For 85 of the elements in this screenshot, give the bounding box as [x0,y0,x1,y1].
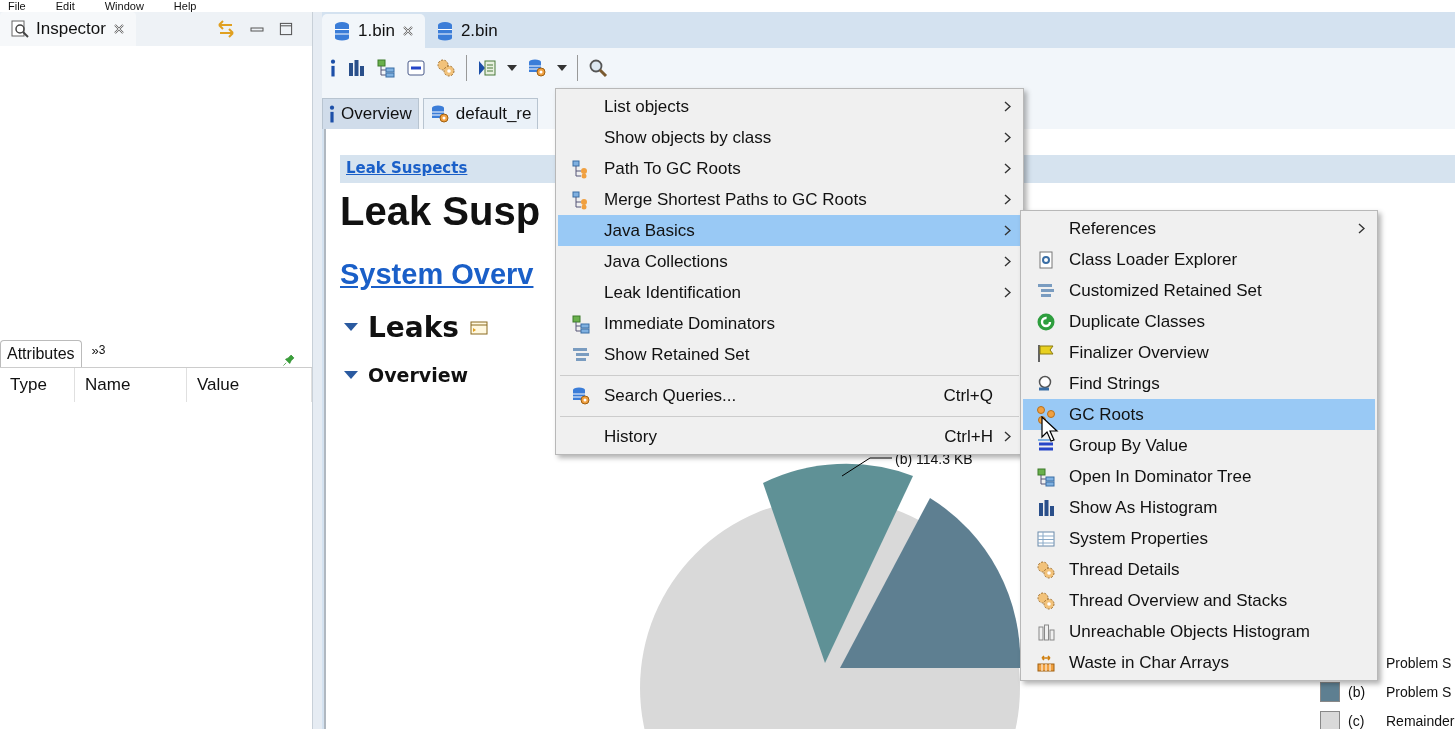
legend-label: Remainder [1386,713,1455,729]
menu-item[interactable]: Class Loader Explorer [1023,244,1375,275]
close-icon[interactable] [111,22,126,36]
editor-tab[interactable]: 2.bin [424,14,508,48]
legend-label: Problem S [1386,684,1452,700]
subsection-heading: Overview [368,364,469,386]
inspector-magnifier-icon [10,19,30,39]
menu-item[interactable]: References [1023,213,1375,244]
menu-item[interactable]: Show Retained Set [558,339,1021,370]
menu-item[interactable]: Find Strings [1023,368,1375,399]
menu-item[interactable]: Finalizer Overview [1023,337,1375,368]
collapse-triangle-icon[interactable] [344,370,358,380]
bar-chart-icon [1036,621,1056,642]
maximize-icon [278,21,294,37]
menu-item[interactable]: Merge Shortest Paths to GC Roots [558,184,1021,215]
column-header[interactable]: Value [187,368,312,402]
menu-item[interactable]: GC Roots [1023,399,1375,430]
menu-bar-item[interactable]: Window [104,0,144,12]
breadcrumb-link[interactable]: Leak Suspects [346,159,468,177]
legend-marker: (c) [1348,713,1365,729]
menu-item[interactable]: Leak Identification [558,277,1021,308]
column-header[interactable]: Name [75,368,187,402]
tree-icon [1036,466,1056,487]
swap-arrows-icon [216,19,236,39]
tree-icon [571,313,591,334]
menu-item[interactable]: Path To GC Roots [558,153,1021,184]
menu-bar-item[interactable]: Help [173,0,197,12]
menu-item[interactable]: Group By Value [1023,430,1375,461]
database-icon [332,21,352,41]
menu-item[interactable]: Immediate Dominators [558,308,1021,339]
collapse-triangle-icon[interactable] [344,323,358,332]
gears-icon [1036,590,1056,611]
mouse-cursor-icon [1041,416,1059,442]
document-icon [1036,249,1056,270]
dropdown-caret-icon[interactable] [507,65,517,71]
legend-marker: (b) [1348,684,1366,700]
table-icon [1036,528,1056,549]
query-icon [406,58,426,78]
database-gear-icon [527,58,547,78]
menu-item[interactable]: Duplicate Classes [1023,306,1375,337]
menu-item[interactable]: Java Basics [558,215,1021,246]
info-icon [330,59,336,77]
database-gear-icon [571,385,591,406]
menu-item[interactable]: History Ctrl+H [558,421,1021,452]
array-icon [1036,652,1056,673]
database-gear-icon [429,104,450,124]
menu-item[interactable]: System Properties [1023,523,1375,554]
menu-item[interactable]: Customized Retained Set [1023,275,1375,306]
editor-tab[interactable]: 1.bin [322,14,425,48]
column-header[interactable]: Type [0,368,75,402]
info-icon [329,105,335,123]
menu-item[interactable]: Java Collections [558,246,1021,277]
bar-chart-icon [1036,497,1056,518]
close-icon[interactable] [400,24,415,38]
menu-item[interactable]: Search Queries... Ctrl+Q [558,380,1021,411]
search-icon [588,58,608,78]
bar-chart-icon [346,58,366,78]
page-title: Leak Susp [340,188,541,235]
menu-item[interactable]: List objects [558,91,1021,122]
gears-icon [436,58,456,78]
menu-item[interactable]: Show objects by class [558,122,1021,153]
run-list-icon [477,58,497,78]
view-tab[interactable]: Inspector [0,12,136,46]
dropdown-caret-icon[interactable] [557,65,567,71]
system-overview-link[interactable]: System Overv [340,257,534,291]
menu-item[interactable]: Thread Overview and Stacks [1023,585,1375,616]
leader-line [841,457,893,477]
menu-item[interactable]: Unreachable Objects Histogram [1023,616,1375,647]
menu-bar-item[interactable]: Edit [55,0,75,12]
menu-item[interactable]: Show As Histogram [1023,492,1375,523]
menu-bar-item[interactable]: File [8,0,26,12]
report-tab[interactable]: Overview [322,98,419,129]
flag-icon [1036,342,1056,363]
pin-icon [282,353,296,367]
legend-label: Problem S [1386,655,1452,671]
view-tab[interactable]: Attributes [0,340,82,367]
tree-icon [376,58,396,78]
minimize-icon[interactable] [250,26,264,32]
gears-icon [1036,559,1056,580]
circle-icon [1036,311,1056,332]
section-heading: Leaks [368,311,459,344]
menu-item[interactable]: Open In Dominator Tree [1023,461,1375,492]
report-tab[interactable]: default_re [422,98,539,129]
menu-item[interactable]: Thread Details [1023,554,1375,585]
menu-item[interactable]: Waste in Char Arrays [1023,647,1375,678]
